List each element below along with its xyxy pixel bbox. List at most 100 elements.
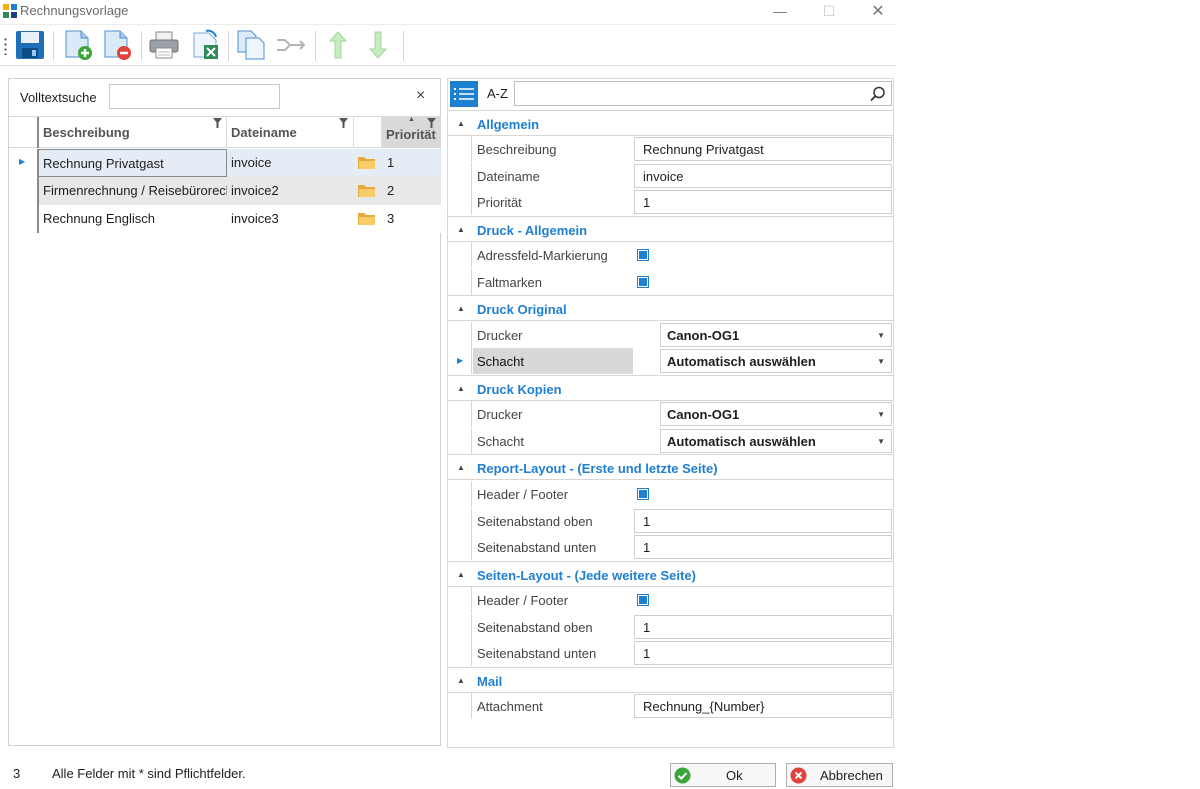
dropdown-arrow-icon[interactable]: ▼ [877, 357, 885, 366]
filter-icon[interactable] [213, 118, 222, 128]
maximize-button[interactable]: ☐ [806, 0, 852, 22]
column-header-folder[interactable] [354, 117, 382, 148]
property-name: Adressfeld-Markierung [477, 248, 608, 263]
row-gutter [448, 481, 472, 507]
category-seiten-layout[interactable]: ▲ Seiten-Layout - (Jede weitere Seite) [448, 561, 893, 587]
ok-label: Ok [726, 768, 743, 783]
cell-prioritaet[interactable]: 1 [382, 149, 441, 177]
report-seitenabstand-unten-field[interactable]: 1 [634, 535, 892, 559]
cancel-button[interactable]: Abbrechen [786, 763, 893, 787]
property-name: Beschreibung [477, 142, 557, 157]
collapse-icon[interactable]: ▲ [457, 463, 465, 472]
export-excel-button[interactable] [189, 28, 223, 62]
folder-icon[interactable] [358, 183, 376, 198]
schacht-kopien-select[interactable]: Automatisch auswählen ▼ [660, 429, 892, 453]
categorized-view-button[interactable] [450, 81, 478, 107]
seiten-header-footer-checkbox[interactable] [637, 594, 649, 606]
property-name: Seitenabstand oben [477, 620, 593, 635]
minimize-button[interactable]: — [757, 0, 803, 22]
row-gutter [448, 163, 472, 189]
drucker-kopien-select[interactable]: Canon-OG1 ▼ [660, 402, 892, 426]
report-seitenabstand-oben-field[interactable]: 1 [634, 509, 892, 533]
collapse-icon[interactable]: ▲ [457, 676, 465, 685]
dropdown-arrow-icon[interactable]: ▼ [877, 437, 885, 446]
property-row-adressfeld: Adressfeld-Markierung [448, 242, 893, 268]
schacht-original-select[interactable]: Automatisch auswählen ▼ [660, 349, 892, 373]
move-up-button[interactable] [321, 28, 355, 62]
alphabetical-view-button[interactable]: A-Z [487, 86, 508, 101]
search-icon[interactable] [870, 86, 886, 102]
close-button[interactable]: ✕ [855, 0, 901, 22]
copy-button[interactable] [234, 28, 268, 62]
category-druck-original[interactable]: ▲ Druck Original [448, 295, 893, 321]
new-button[interactable] [61, 28, 95, 62]
row-gutter [448, 534, 472, 560]
cell-dateiname[interactable]: invoice3 [227, 205, 354, 233]
property-search-input[interactable] [514, 81, 892, 106]
cell-dateiname[interactable]: invoice [227, 149, 354, 177]
print-button[interactable] [147, 28, 181, 62]
save-icon [16, 31, 44, 59]
prioritaet-field[interactable]: 1 [634, 190, 892, 214]
checkmark-icon [674, 767, 691, 784]
row-gutter [448, 269, 472, 295]
collapse-icon[interactable]: ▲ [457, 119, 465, 128]
ok-button[interactable]: Ok [670, 763, 776, 787]
property-name: Seitenabstand oben [477, 514, 593, 529]
category-allgemein[interactable]: ▲ Allgemein [448, 110, 893, 136]
cell-beschreibung[interactable]: Rechnung Privatgast [37, 149, 227, 177]
cell-prioritaet[interactable]: 3 [382, 205, 441, 233]
column-header-prioritaet[interactable]: ▲ Priorität [382, 116, 441, 148]
property-name: Attachment [477, 699, 543, 714]
new-document-icon [65, 30, 92, 60]
category-mail[interactable]: ▲ Mail [448, 667, 893, 693]
adressfeld-checkbox[interactable] [637, 249, 649, 261]
dateiname-field[interactable]: invoice [634, 164, 892, 188]
filter-icon[interactable] [427, 118, 436, 128]
filter-icon[interactable] [339, 118, 348, 128]
category-report-layout[interactable]: ▲ Report-Layout - (Erste und letzte Seit… [448, 454, 893, 480]
property-row-dateiname: Dateiname invoice [448, 163, 893, 189]
clear-search-icon[interactable]: × [416, 87, 425, 105]
column-header-beschreibung[interactable]: Beschreibung [37, 117, 227, 148]
move-up-icon [328, 31, 348, 59]
collapse-icon[interactable]: ▲ [457, 304, 465, 313]
property-name: Seitenabstand unten [477, 646, 597, 661]
record-count: 3 [13, 766, 21, 781]
search-input[interactable] [109, 84, 280, 109]
save-button[interactable] [13, 28, 47, 62]
folder-icon[interactable] [358, 155, 376, 170]
folder-icon[interactable] [358, 211, 376, 226]
collapse-icon[interactable]: ▲ [457, 384, 465, 393]
dropdown-arrow-icon[interactable]: ▼ [877, 410, 885, 419]
property-row-seiten-oben: Seitenabstand oben 1 [448, 614, 893, 640]
attachment-field[interactable]: Rechnung_{Number} [634, 694, 892, 718]
report-header-footer-checkbox[interactable] [637, 488, 649, 500]
property-row-report-oben: Seitenabstand oben 1 [448, 508, 893, 534]
collapse-icon[interactable]: ▲ [457, 570, 465, 579]
seiten-seitenabstand-unten-field[interactable]: 1 [634, 641, 892, 665]
delete-button[interactable] [100, 28, 134, 62]
category-druck-allgemein[interactable]: ▲ Druck - Allgemein [448, 216, 893, 242]
table-row[interactable]: ▶ Rechnung Privatgast invoice 1 [9, 149, 441, 177]
collapse-icon[interactable]: ▲ [457, 225, 465, 234]
category-druck-kopien[interactable]: ▲ Druck Kopien [448, 375, 893, 401]
category-label: Druck Original [477, 302, 567, 317]
table-row[interactable]: Firmenrechnung / Reisebürorechnung invoi… [9, 177, 441, 205]
cell-beschreibung[interactable]: Rechnung Englisch [37, 205, 227, 233]
drucker-original-select[interactable]: Canon-OG1 ▼ [660, 323, 892, 347]
move-down-button[interactable] [361, 28, 395, 62]
toolbar-grip[interactable] [4, 37, 7, 55]
assign-button[interactable] [274, 28, 308, 62]
cell-dateiname[interactable]: invoice2 [227, 177, 354, 205]
cell-prioritaet[interactable]: 2 [382, 177, 441, 205]
column-header-dateiname[interactable]: Dateiname [227, 117, 354, 148]
faltmarken-checkbox[interactable] [637, 276, 649, 288]
seiten-seitenabstand-oben-field[interactable]: 1 [634, 615, 892, 639]
property-row-faltmarken: Faltmarken [448, 269, 893, 295]
table-row[interactable]: Rechnung Englisch invoice3 3 [9, 205, 441, 233]
dropdown-arrow-icon[interactable]: ▼ [877, 331, 885, 340]
row-gutter [448, 428, 472, 454]
cell-beschreibung[interactable]: Firmenrechnung / Reisebürorechnung [37, 177, 227, 205]
beschreibung-field[interactable]: Rechnung Privatgast [634, 137, 892, 161]
